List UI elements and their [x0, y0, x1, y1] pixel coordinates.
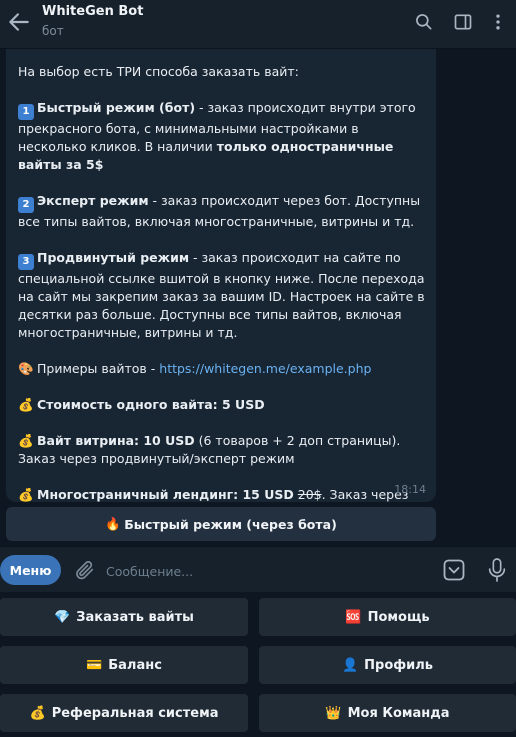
referral-button[interactable]: 💰 Реферальная система — [0, 694, 248, 732]
message-bubble: На выбор есть ТРИ способа заказать вайт:… — [6, 49, 436, 520]
fast-mode-inline-button[interactable]: 🔥 Быстрый режим (через бота) — [6, 507, 436, 541]
user-icon: 👤 — [341, 657, 359, 673]
palette-icon: 🎨 — [18, 361, 34, 376]
message-intro: На выбор есть ТРИ способа заказать вайт: — [18, 64, 299, 79]
crown-icon: 👑 — [325, 705, 342, 721]
sos-icon: 🆘 — [345, 609, 362, 625]
option-advanced: 3 Продвинутый режим - заказ происходит на… — [18, 250, 425, 340]
message-input[interactable] — [104, 555, 428, 587]
profile-button[interactable]: 👤 Профиль — [259, 646, 516, 684]
back-arrow-icon[interactable] — [6, 9, 32, 35]
keycap-1-icon: 1 — [18, 104, 34, 120]
more-vertical-icon[interactable] — [488, 12, 508, 32]
my-team-button[interactable]: 👑 Моя Команда — [259, 694, 516, 732]
money-bag-icon: 💰 — [18, 397, 34, 412]
chat-title[interactable]: WhiteGen Bot — [42, 4, 143, 19]
menu-button[interactable]: Меню — [0, 555, 61, 585]
keycap-2-icon: 2 — [18, 197, 34, 213]
option-fast: 1 Быстрый режим (бот) - заказ происходит … — [18, 100, 416, 172]
chat-subtitle: бот — [42, 24, 64, 38]
message-area[interactable]: На выбор есть ТРИ способа заказать вайт:… — [0, 49, 516, 546]
credit-card-icon: 💳 — [86, 657, 103, 673]
balance-button[interactable]: 💳 Баланс — [0, 646, 248, 684]
microphone-icon[interactable] — [486, 557, 508, 583]
money-bag-icon: 💰 — [29, 705, 46, 721]
message-composer: Меню — [0, 546, 516, 592]
examples-link[interactable]: https://whitegen.me/example.php — [159, 361, 371, 376]
price-line: 💰 Стоимость одного вайта: 5 USD — [18, 397, 265, 412]
old-price: 20$ — [297, 487, 322, 502]
keycap-3-icon: 3 — [18, 254, 34, 270]
chat-header: WhiteGen Bot бот — [0, 0, 516, 49]
search-icon[interactable] — [414, 12, 434, 32]
fire-icon: 🔥 — [105, 516, 121, 531]
keyboard-toggle-icon[interactable] — [442, 558, 466, 582]
money-bag-icon: 💰 — [18, 487, 34, 502]
order-whites-button[interactable]: 💎 Заказать вайты — [0, 598, 248, 636]
paperclip-icon[interactable] — [74, 559, 96, 581]
message-time: 18:14 — [394, 483, 426, 496]
sidebar-icon[interactable] — [453, 12, 473, 32]
money-bag-icon: 💰 — [18, 433, 34, 448]
gem-icon: 💎 — [54, 609, 71, 625]
help-button[interactable]: 🆘 Помощь — [259, 598, 516, 636]
fast-mode-label: Быстрый режим (через бота) — [124, 516, 337, 532]
option-expert: 2 Эксперт режим - заказ происходит через … — [18, 193, 421, 229]
examples-line: 🎨 Примеры вайтов - https://whitegen.me/ex… — [18, 361, 372, 376]
message-text: На выбор есть ТРИ способа заказать вайт:… — [18, 63, 428, 522]
showcase-line: 💰 Вайт витрина: 10 USD (6 товаров + 2 доп… — [18, 433, 401, 466]
reply-keyboard: 💎 Заказать вайты 🆘 Помощь 💳 Баланс 👤 Профиль… — [0, 592, 516, 737]
